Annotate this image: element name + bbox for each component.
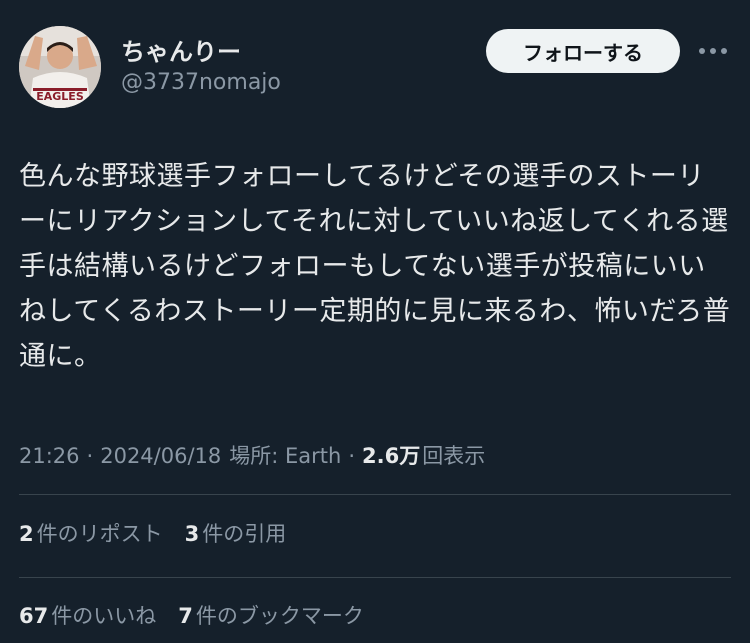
divider bbox=[19, 577, 731, 578]
likes-count: 67 bbox=[19, 604, 49, 628]
reposts-count: 2 bbox=[19, 522, 34, 546]
avatar-image: EAGLES bbox=[19, 26, 101, 108]
more-horizontal-icon bbox=[699, 48, 727, 54]
meta-separator: · bbox=[86, 444, 94, 468]
more-options-button[interactable] bbox=[696, 36, 730, 66]
tweet-date[interactable]: 2024/06/18 bbox=[100, 444, 221, 468]
divider bbox=[19, 494, 731, 495]
meta-separator: · bbox=[348, 444, 356, 468]
avatar[interactable]: EAGLES bbox=[19, 26, 101, 108]
tweet-location: 場所: Earth bbox=[229, 444, 342, 468]
author-display-name[interactable]: ちゃんりー bbox=[121, 32, 241, 67]
likes-stat[interactable]: 67 件のいいね bbox=[19, 600, 156, 630]
quotes-label: 件の引用 bbox=[202, 522, 287, 546]
svg-text:EAGLES: EAGLES bbox=[36, 90, 84, 103]
reposts-stat[interactable]: 2 件のリポスト bbox=[19, 518, 163, 548]
tweet-time[interactable]: 21:26 bbox=[19, 444, 80, 468]
quotes-count: 3 bbox=[184, 522, 200, 546]
likes-label: 件のいいね bbox=[51, 604, 157, 628]
quotes-stat[interactable]: 3 件の引用 bbox=[185, 518, 287, 548]
bookmarks-label: 件のブックマーク bbox=[195, 604, 364, 628]
stats-row-reposts: 2 件のリポスト 3 件の引用 bbox=[19, 518, 308, 548]
stats-row-likes: 67 件のいいね 7 件のブックマーク bbox=[19, 600, 386, 630]
tweet-detail: EAGLES ちゃんりー @3737nomajo フォローする 色んな野球選手フ… bbox=[0, 0, 750, 643]
tweet-meta: 21:26 · 2024/06/18 場所: Earth · 2.6万 回表示 bbox=[19, 440, 485, 470]
bookmarks-count: 7 bbox=[178, 604, 193, 628]
tweet-text: 色んな野球選手フォローしてるけどその選手のストーリーにリアクションしてそれに対し… bbox=[19, 161, 731, 372]
author-handle[interactable]: @3737nomajo bbox=[121, 70, 281, 95]
views-label: 回表示 bbox=[422, 444, 486, 468]
reposts-label: 件のリポスト bbox=[36, 522, 163, 546]
follow-button[interactable]: フォローする bbox=[486, 29, 680, 73]
bookmarks-stat[interactable]: 7 件のブックマーク bbox=[178, 600, 364, 630]
views-count: 2.6万 bbox=[362, 444, 421, 468]
